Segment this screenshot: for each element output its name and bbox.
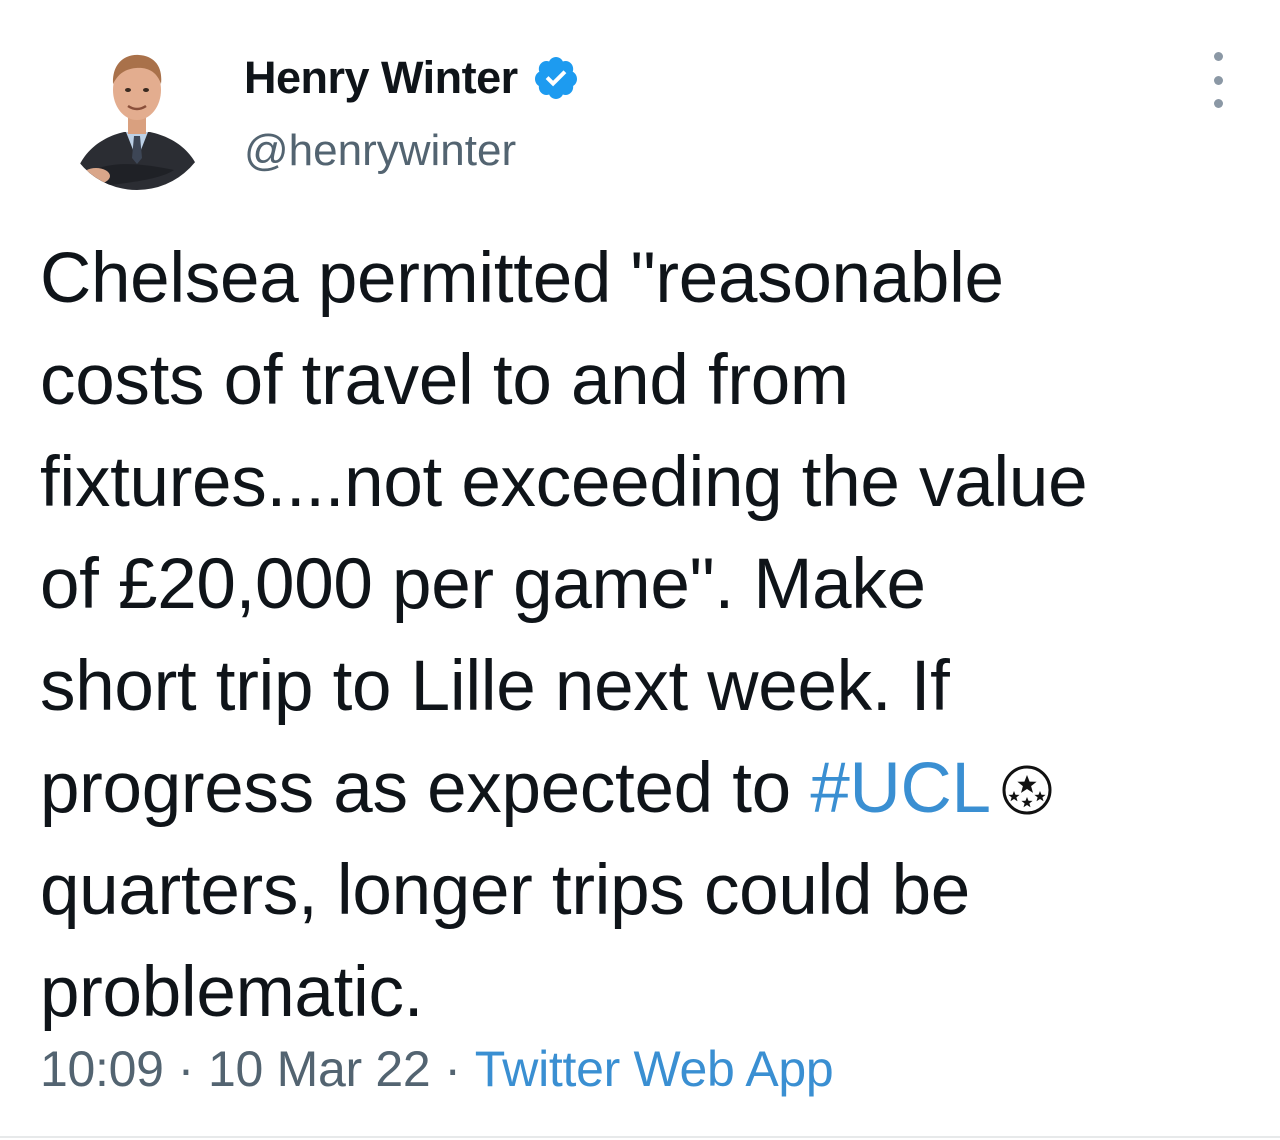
avatar[interactable]: [62, 38, 212, 190]
divider: [0, 1136, 1280, 1138]
tweet-text: Chelsea permitted "reasonable costs of t…: [40, 228, 1250, 1044]
tweet-date[interactable]: 10 Mar 22: [208, 1041, 431, 1097]
verified-badge-icon: [532, 54, 580, 102]
tweet-line: problematic.: [40, 953, 424, 1032]
tweet-line-prefix: progress as expected to: [40, 749, 811, 828]
tweet-line: fixtures....not exceeding the value: [40, 443, 1088, 522]
tweet-line: short trip to Lille next week. If: [40, 647, 950, 726]
hashtag-link[interactable]: #UCL: [810, 749, 991, 828]
more-dot: [1213, 75, 1223, 85]
avatar-image: [62, 38, 212, 190]
more-options-icon[interactable]: [1200, 52, 1236, 108]
meta-separator: ·: [444, 1041, 461, 1097]
tweet-line: Chelsea permitted "reasonable: [40, 239, 1004, 318]
tweet-source-link[interactable]: Twitter Web App: [475, 1041, 834, 1097]
tweet-line-hashtag: progress as expected to #UCL: [40, 738, 1250, 840]
tweet-line: costs of travel to and from: [40, 341, 849, 420]
meta-separator: ·: [177, 1041, 195, 1097]
tweet-meta: 10:09 · 10 Mar 22 · Twitter Web App: [40, 1040, 834, 1098]
champions-league-starball-icon: [1001, 742, 1053, 815]
more-dot: [1213, 99, 1223, 108]
author-handle[interactable]: @henrywinter: [244, 126, 516, 176]
tweet-card: Henry Winter @henrywinter Chelsea permit…: [0, 0, 1280, 1140]
author-name-row: Henry Winter: [244, 48, 580, 108]
tweet-line: quarters, longer trips could be: [40, 851, 970, 930]
tweet-time[interactable]: 10:09: [40, 1041, 164, 1097]
tweet-line: of £20,000 per game". Make: [40, 545, 926, 624]
author-display-name[interactable]: Henry Winter: [244, 52, 518, 104]
more-dot: [1213, 52, 1223, 61]
